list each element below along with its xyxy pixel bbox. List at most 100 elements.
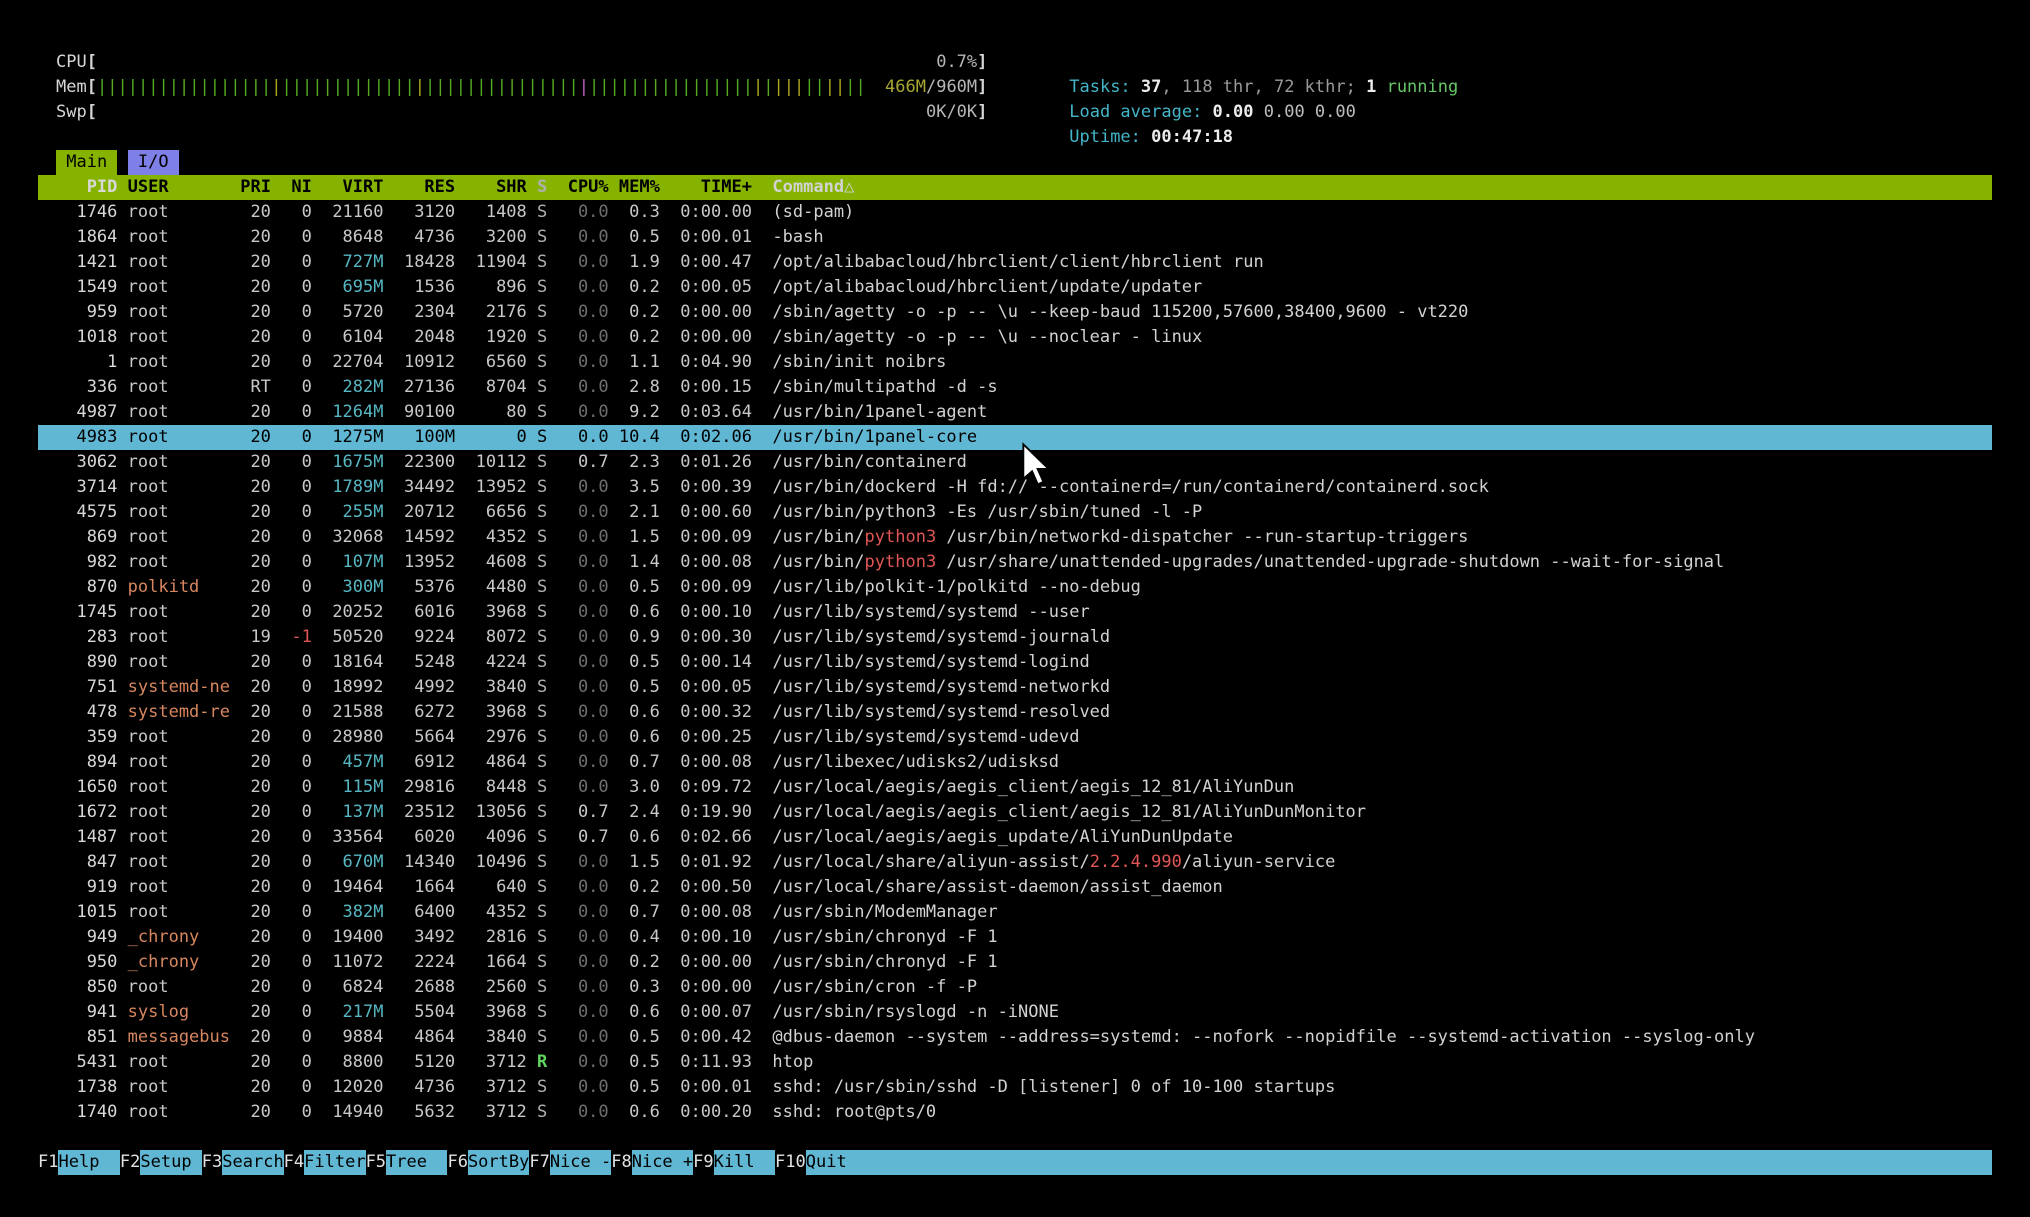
fnkey-f8[interactable]: F8Nice + [611,1150,693,1175]
cell-res: 9224 [394,625,455,650]
col-header-command[interactable]: Command△ [772,175,854,200]
process-row-1746[interactable]: 1746root2002116031201408S0.00.30:00.00(s… [38,200,1992,225]
process-row-1740[interactable]: 1740root2001494056323712S0.00.60:00.20ss… [38,1100,1992,1125]
cell-mem: 0.2 [619,325,660,350]
fnkey-f7[interactable]: F7Nice - [529,1150,611,1175]
col-header-pid[interactable]: PID [56,175,117,200]
process-row-1549[interactable]: 1549root200695M1536896S0.00.20:00.05/opt… [38,275,1992,300]
cell-ni: 0 [281,1000,312,1025]
process-row-919[interactable]: 919root200194641664640S0.00.20:00.50/usr… [38,875,1992,900]
cell-user: root [128,525,230,550]
fnkey-action-label: Kill [714,1150,775,1175]
fnkey-f5[interactable]: F5Tree [366,1150,448,1175]
cell-pri: 20 [240,925,271,950]
cell-command: /opt/alibabacloud/hbrclient/update/updat… [772,275,1202,300]
meter-bar-tick: | [732,75,742,100]
process-row-1[interactable]: 1root20022704109126560S0.01.10:04.90/sbi… [38,350,1992,375]
cell-shr: 2816 [465,925,526,950]
col-header-time[interactable]: TIME+ [670,175,752,200]
col-header-mem[interactable]: MEM% [619,175,660,200]
cell-time: 0:00.10 [670,600,752,625]
cell-command: /sbin/agetty -o -p -- \u --noclear - lin… [772,325,1202,350]
col-header-state[interactable]: S [537,175,547,200]
cell-shr: 4352 [465,900,526,925]
fnkey-action-label: Setup [140,1150,201,1175]
fnkey-f1[interactable]: F1Help [38,1150,120,1175]
cell-res: 4736 [394,225,455,250]
process-row-1650[interactable]: 1650root200115M298168448S0.03.00:09.72/u… [38,775,1992,800]
cell-mem: 0.6 [619,825,660,850]
process-row-4575[interactable]: 4575root200255M207126656S0.02.10:00.60/u… [38,500,1992,525]
process-row-851[interactable]: 851messagebus200988448643840S0.00.50:00.… [38,1025,1992,1050]
process-row-1421[interactable]: 1421root200727M1842811904S0.01.90:00.47/… [38,250,1992,275]
process-row-3714[interactable]: 3714root2001789M3449213952S0.03.50:00.39… [38,475,1992,500]
process-row-1864[interactable]: 1864root200864847363200S0.00.50:00.01-ba… [38,225,1992,250]
col-header-virt[interactable]: VIRT [322,175,383,200]
cell-time: 0:00.07 [670,1000,752,1025]
cell-time: 0:00.00 [670,975,752,1000]
fnkey-key-label: F6 [447,1150,467,1175]
cell-pri: 20 [240,725,271,750]
fnkey-f3[interactable]: F3Search [202,1150,284,1175]
cell-time: 0:09.72 [670,775,752,800]
cell-mem: 0.5 [619,225,660,250]
process-row-869[interactable]: 869root20032068145924352S0.01.50:00.09/u… [38,525,1992,550]
fnkey-f9[interactable]: F9Kill [693,1150,775,1175]
cell-pri: 20 [240,425,271,450]
cell-s: S [537,450,547,475]
cell-shr: 1408 [465,200,526,225]
process-row-870[interactable]: 870polkitd200300M53764480S0.00.50:00.09/… [38,575,1992,600]
meter-bar-tick: | [589,75,599,100]
process-row-959[interactable]: 959root200572023042176S0.00.20:00.00/sbi… [38,300,1992,325]
process-row-1738[interactable]: 1738root2001202047363712S0.00.50:00.01ss… [38,1075,1992,1100]
process-row-890[interactable]: 890root2001816452484224S0.00.50:00.14/us… [38,650,1992,675]
meter-bar-tick: | [640,75,650,100]
cell-shr: 10496 [465,850,526,875]
process-row-1672[interactable]: 1672root200137M2351213056S0.72.40:19.90/… [38,800,1992,825]
cell-res: 3492 [394,925,455,950]
process-row-1745[interactable]: 1745root2002025260163968S0.00.60:00.10/u… [38,600,1992,625]
cell-pri: 20 [240,650,271,675]
process-row-336[interactable]: 336rootRT0282M271368704S0.02.80:00.15/sb… [38,375,1992,400]
fnkey-f2[interactable]: F2Setup [120,1150,202,1175]
process-row-949[interactable]: 949_chrony2001940034922816S0.00.40:00.10… [38,925,1992,950]
fnkey-f10[interactable]: F10Quit [775,1150,867,1175]
col-header-user[interactable]: USER [128,175,230,200]
process-row-5431[interactable]: 5431root200880051203712R0.00.50:11.93hto… [38,1050,1992,1075]
process-row-950[interactable]: 950_chrony2001107222241664S0.00.20:00.00… [38,950,1992,975]
meter-bar-tick: | [179,75,189,100]
cell-time: 0:00.05 [670,275,752,300]
process-row-3062[interactable]: 3062root2001675M2230010112S0.72.30:01.26… [38,450,1992,475]
tab-main[interactable]: Main [56,150,117,175]
process-row-4987[interactable]: 4987root2001264M9010080S0.09.20:03.64/us… [38,400,1992,425]
process-row-847[interactable]: 847root200670M1434010496S0.01.50:01.92/u… [38,850,1992,875]
cell-ni: 0 [281,775,312,800]
process-row-941[interactable]: 941syslog200217M55043968S0.00.60:00.07/u… [38,1000,1992,1025]
process-row-982[interactable]: 982root200107M139524608S0.01.40:00.08/us… [38,550,1992,575]
tab-io[interactable]: I/O [128,150,179,175]
process-row-359[interactable]: 359root2002898056642976S0.00.60:00.25/us… [38,725,1992,750]
process-row-1487[interactable]: 1487root2003356460204096S0.70.60:02.66/u… [38,825,1992,850]
process-row-4983[interactable]: 4983root2001275M100M0S0.010.40:02.06/usr… [38,425,1992,450]
cell-time: 0:00.50 [670,875,752,900]
col-header-ni[interactable]: NI [281,175,312,200]
col-header-cpu[interactable]: CPU% [557,175,608,200]
col-header-shr[interactable]: SHR [465,175,526,200]
process-row-894[interactable]: 894root200457M69124864S0.00.70:00.08/usr… [38,750,1992,775]
process-row-478[interactable]: 478systemd-re2002158862723968S0.00.60:00… [38,700,1992,725]
cpu-meter-bar: 0.7% [97,50,977,75]
col-header-pri[interactable]: PRI [240,175,271,200]
fnkey-f4[interactable]: F4Filter [284,1150,366,1175]
cell-user: root [128,975,230,1000]
process-row-751[interactable]: 751systemd-ne2001899249923840S0.00.50:00… [38,675,1992,700]
cell-s: S [537,500,547,525]
process-row-1018[interactable]: 1018root200610420481920S0.00.20:00.00/sb… [38,325,1992,350]
col-header-res[interactable]: RES [394,175,455,200]
cell-res: 100M [394,425,455,450]
fnkey-f6[interactable]: F6SortBy [447,1150,529,1175]
process-row-283[interactable]: 283root19-15052092248072S0.00.90:00.30/u… [38,625,1992,650]
cell-pid: 751 [56,675,117,700]
process-row-850[interactable]: 850root200682426882560S0.00.30:00.00/usr… [38,975,1992,1000]
process-row-1015[interactable]: 1015root200382M64004352S0.00.70:00.08/us… [38,900,1992,925]
cell-virt: 457M [322,750,383,775]
